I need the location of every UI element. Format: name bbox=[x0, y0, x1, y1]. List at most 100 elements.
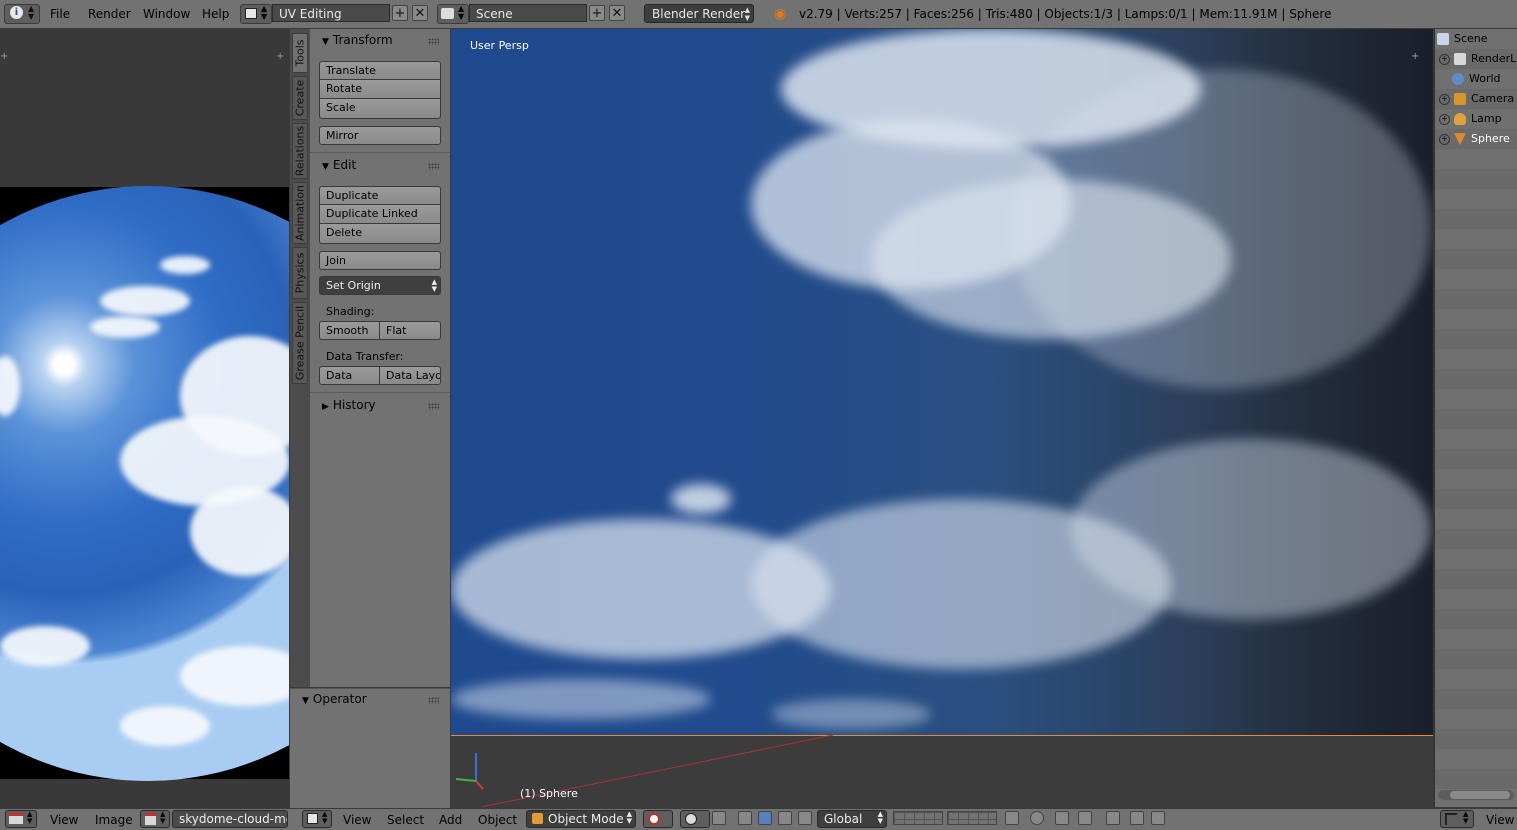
3d-view-editor-type-selector[interactable]: ▲ ▼ bbox=[302, 810, 332, 828]
editor-type-info-selector[interactable]: i ▲ ▼ bbox=[4, 4, 40, 24]
tab-animation[interactable]: Animation bbox=[292, 182, 308, 244]
menu-help[interactable]: Help bbox=[202, 7, 229, 21]
outliner-scrollbar[interactable] bbox=[1438, 790, 1514, 800]
updown-arrows-icon: ▲ ▼ bbox=[28, 4, 35, 21]
outliner-item-camera[interactable]: + Camera bbox=[1437, 89, 1517, 109]
snap-target-icon[interactable] bbox=[1106, 811, 1120, 825]
interaction-mode-select[interactable]: Object Mode ▲ ▼ bbox=[526, 810, 636, 828]
scene-selector[interactable]: ▲ ▼ bbox=[437, 4, 469, 24]
image-name-field[interactable]: skydome-cloud-med... bbox=[172, 810, 288, 828]
viewport-shading-selector[interactable] bbox=[643, 810, 673, 828]
scale-button[interactable]: Scale bbox=[319, 99, 441, 119]
tab-relations[interactable]: Relations bbox=[292, 123, 308, 179]
duplicate-button[interactable]: Duplicate bbox=[319, 186, 441, 205]
delete-screen-icon[interactable]: ✕ bbox=[412, 5, 428, 21]
outliner-item-world[interactable]: World bbox=[1452, 69, 1517, 89]
expand-toggle-icon[interactable]: + bbox=[1439, 53, 1450, 65]
region-toggle-plus-icon[interactable]: + bbox=[1411, 51, 1419, 62]
duplicate-linked-button[interactable]: Duplicate Linked bbox=[319, 205, 441, 224]
delete-scene-icon[interactable]: ✕ bbox=[609, 5, 625, 21]
tab-physics[interactable]: Physics bbox=[292, 247, 308, 299]
data-transfer-button[interactable]: Data bbox=[319, 366, 380, 385]
layout-grid-icon bbox=[245, 8, 257, 19]
expand-toggle-icon[interactable]: + bbox=[1439, 113, 1450, 125]
outliner-icon bbox=[1445, 813, 1457, 825]
view3d-menu-add[interactable]: Add bbox=[439, 813, 462, 827]
shading-label: Shading: bbox=[326, 305, 375, 318]
expand-toggle-icon[interactable]: + bbox=[1439, 133, 1450, 145]
translate-button[interactable]: Translate bbox=[319, 61, 441, 80]
tab-grease-pencil[interactable]: Grease Pencil bbox=[292, 302, 308, 384]
view3d-menu-object[interactable]: Object bbox=[478, 813, 517, 827]
panel-grip-icon[interactable] bbox=[428, 403, 439, 410]
edit-panel-header[interactable]: ▼ Edit bbox=[322, 158, 356, 172]
camera-icon bbox=[1454, 93, 1466, 105]
scrollbar-thumb[interactable] bbox=[1450, 791, 1510, 799]
set-origin-dropdown[interactable]: Set Origin ▲ ▼ bbox=[319, 276, 441, 295]
updown-arrows-icon: ▲ ▼ bbox=[626, 810, 632, 825]
outliner-item-sphere[interactable]: + Sphere bbox=[1437, 129, 1517, 149]
outliner-item-lamp[interactable]: + Lamp bbox=[1437, 109, 1517, 129]
menu-file[interactable]: File bbox=[50, 7, 70, 21]
expand-toggle-icon[interactable]: + bbox=[1439, 93, 1450, 105]
manipulator-toggle-icon[interactable] bbox=[712, 811, 726, 825]
image-editor-type-selector[interactable]: ▲ ▼ bbox=[5, 810, 37, 828]
data-layout-button[interactable]: Data Layo bbox=[379, 366, 441, 385]
skydome-image[interactable] bbox=[0, 186, 289, 781]
delete-button[interactable]: Delete bbox=[319, 224, 441, 244]
area-split-plus-icon[interactable]: + bbox=[0, 51, 8, 62]
menu-render[interactable]: Render bbox=[88, 7, 131, 21]
image-editor[interactable]: + + bbox=[0, 29, 289, 807]
outliner-item-renderlayers[interactable]: + RenderL bbox=[1437, 49, 1517, 69]
lock-layers-icon[interactable] bbox=[1005, 811, 1019, 825]
rotate-manipulator-icon[interactable] bbox=[758, 811, 772, 825]
layer-buttons-group-2[interactable] bbox=[947, 811, 997, 825]
screen-layout-name[interactable]: UV Editing bbox=[272, 4, 390, 22]
history-panel-header[interactable]: ▶ History bbox=[322, 398, 376, 412]
render-camera-icon[interactable] bbox=[1130, 811, 1144, 825]
rotate-button[interactable]: Rotate bbox=[319, 80, 441, 99]
render-animation-icon[interactable] bbox=[1151, 811, 1165, 825]
mirror-button[interactable]: Mirror bbox=[319, 126, 441, 145]
panel-grip-icon[interactable] bbox=[428, 697, 439, 704]
shade-smooth-button[interactable]: Smooth bbox=[319, 321, 380, 340]
shade-flat-button[interactable]: Flat bbox=[379, 321, 441, 340]
operator-panel-header[interactable]: ▼ Operator bbox=[302, 692, 367, 706]
add-scene-icon[interactable]: + bbox=[589, 5, 605, 21]
menu-window[interactable]: Window bbox=[143, 7, 190, 21]
outliner-menu-view[interactable]: View bbox=[1486, 813, 1514, 827]
snap-toggle-icon[interactable] bbox=[1055, 811, 1069, 825]
add-screen-icon[interactable]: + bbox=[392, 5, 408, 21]
image-browse-selector[interactable]: ▲ ▼ bbox=[140, 810, 170, 828]
gizmo-x-axis bbox=[475, 780, 484, 790]
scene-name[interactable]: Scene bbox=[469, 4, 587, 22]
arrow-manipulator-icon[interactable] bbox=[798, 811, 812, 825]
mesh-icon bbox=[1454, 133, 1466, 145]
region-toggle-plus-icon[interactable]: + bbox=[276, 51, 284, 62]
transform-panel-header[interactable]: ▼ Transform bbox=[322, 33, 393, 47]
transform-orientation-select[interactable]: Global ▲ ▼ bbox=[817, 810, 887, 828]
tab-create[interactable]: Create bbox=[292, 76, 308, 120]
image-menu-image[interactable]: Image bbox=[95, 813, 133, 827]
view3d-menu-select[interactable]: Select bbox=[387, 813, 424, 827]
updown-arrows-icon: ▲ ▼ bbox=[458, 4, 465, 21]
translate-manipulator-icon[interactable] bbox=[738, 811, 752, 825]
3d-viewport[interactable]: + bbox=[451, 29, 1433, 807]
outliner-item-scene[interactable]: Scene bbox=[1437, 29, 1517, 49]
join-button[interactable]: Join bbox=[319, 251, 441, 270]
render-engine-select[interactable]: Blender Render ▲ ▼ bbox=[644, 4, 754, 23]
layer-buttons-group-1[interactable] bbox=[893, 811, 943, 825]
image-browse-icon bbox=[145, 813, 156, 825]
panel-grip-icon[interactable] bbox=[428, 163, 439, 170]
operator-region bbox=[290, 688, 450, 808]
screen-layout-selector[interactable]: ▲ ▼ bbox=[240, 4, 272, 24]
panel-grip-icon[interactable] bbox=[428, 38, 439, 45]
tab-tools[interactable]: Tools bbox=[292, 33, 308, 73]
outliner-editor-type-selector[interactable]: ▲ ▼ bbox=[1440, 810, 1474, 828]
proportional-edit-icon[interactable] bbox=[1030, 811, 1044, 825]
image-menu-view[interactable]: View bbox=[50, 813, 78, 827]
snap-element-icon[interactable] bbox=[1078, 811, 1092, 825]
scale-manipulator-icon[interactable] bbox=[778, 811, 792, 825]
pivot-point-selector[interactable] bbox=[680, 810, 710, 828]
view3d-menu-view[interactable]: View bbox=[343, 813, 371, 827]
